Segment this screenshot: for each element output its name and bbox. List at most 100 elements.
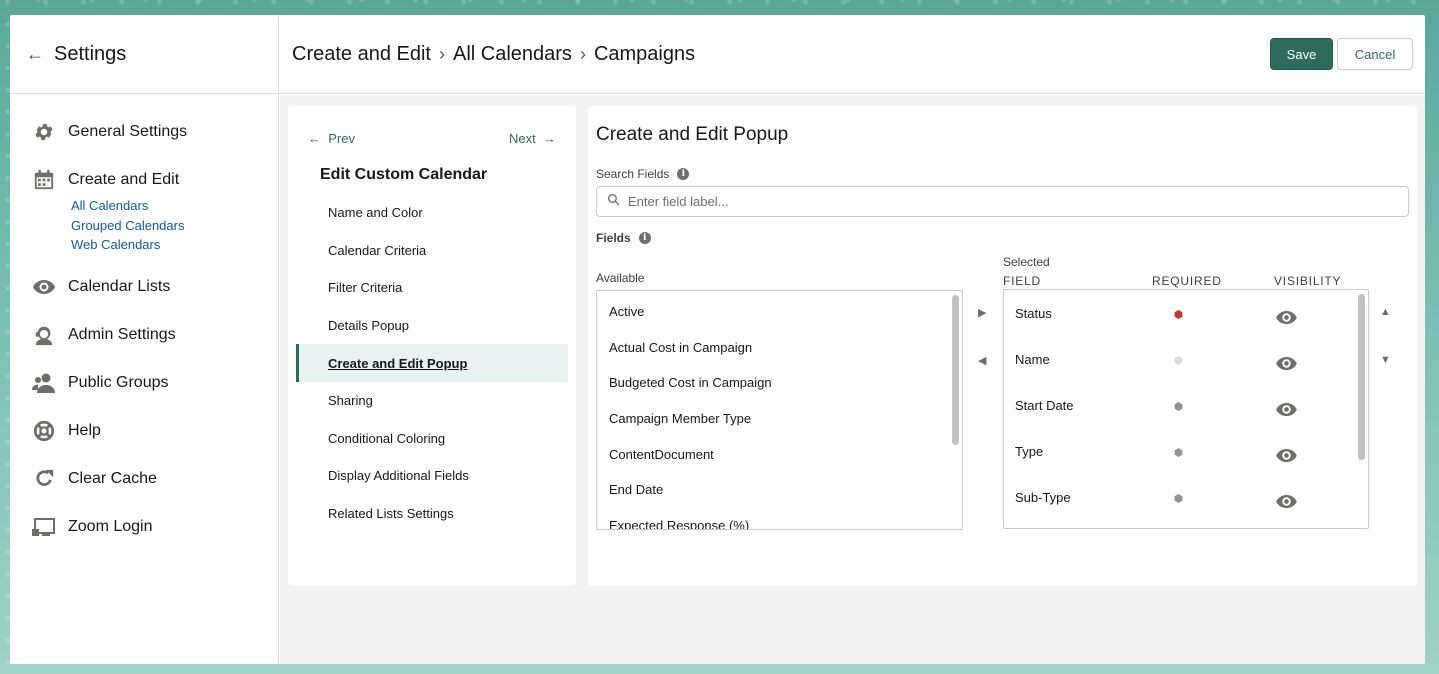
sidebar-header: ← Settings [10,15,278,94]
sidebar-item-clear-cache[interactable]: Clear Cache [10,455,278,503]
info-icon[interactable]: i [638,232,651,244]
chevron-right-icon: › [579,43,586,64]
step-display-additional-fields[interactable]: Display Additional Fields [296,457,568,495]
sub-link-all-calendars[interactable]: All Calendars [71,196,278,216]
table-row[interactable]: Status [1004,290,1368,336]
move-up-icon[interactable]: ▲ [1380,306,1391,318]
search-fields-text: Search Fields [596,167,670,181]
calendar-icon [32,168,56,192]
move-right-icon[interactable]: ▶ [978,306,986,319]
step-conditional-coloring[interactable]: Conditional Coloring [296,420,568,458]
required-indicator-icon[interactable] [1174,310,1183,319]
field-name: Start Date [1015,398,1074,413]
sidebar-item-general-settings[interactable]: General Settings [10,108,278,156]
eye-icon[interactable] [1275,356,1298,374]
move-left-icon[interactable]: ◀ [978,354,986,367]
steps-title: Edit Custom Calendar [320,166,488,183]
arrow-right-icon: → [543,131,556,146]
search-icon [607,193,620,211]
col-header-visibility: VISIBILITY [1274,274,1342,288]
sidebar-item-label: Calendar Lists [68,277,171,295]
panel-title: Create and Edit Popup [596,124,789,145]
breadcrumb-campaigns: Campaigns [593,42,696,65]
list-item[interactable]: End Date [597,472,962,508]
sidebar-item-public-groups[interactable]: Public Groups [10,359,278,407]
breadcrumb: Create and Edit › All Calendars › Campai… [292,43,695,66]
available-list[interactable]: Active Actual Cost in Campaign Budgeted … [596,290,963,530]
table-row[interactable]: Sub-Type [1004,474,1368,520]
sidebar-item-label: Zoom Login [68,517,153,535]
available-label: Available [596,271,645,285]
sidebar-item-label: Create and Edit [68,171,180,188]
step-filter-criteria[interactable]: Filter Criteria [296,269,568,307]
required-indicator-icon[interactable] [1174,448,1183,457]
selected-scrollbar[interactable] [1358,294,1365,460]
fields-text: Fields [596,231,631,245]
move-down-icon[interactable]: ▼ [1380,354,1391,366]
lifebuoy-icon [32,419,56,443]
col-header-field: FIELD [1003,274,1042,288]
next-button[interactable]: Next → [509,131,556,146]
sub-link-web-calendars[interactable]: Web Calendars [71,235,278,255]
field-name: Sub-Type [1015,490,1071,505]
prev-button[interactable]: ← Prev [308,131,355,146]
eye-icon [32,275,56,299]
required-indicator-icon[interactable] [1174,356,1183,365]
eye-icon[interactable] [1275,448,1298,466]
sidebar-item-label: General Settings [68,123,188,140]
eye-icon[interactable] [1275,310,1298,328]
sidebar-item-label: Clear Cache [68,469,157,487]
table-row[interactable]: Type [1004,428,1368,474]
table-row[interactable]: Name [1004,336,1368,382]
arrow-left-icon: ← [308,131,321,146]
cancel-button[interactable]: Cancel [1337,38,1413,70]
chevron-right-icon: › [438,43,445,64]
sidebar-item-zoom-login[interactable]: Zoom Login [10,503,278,551]
step-name-and-color[interactable]: Name and Color [296,194,568,232]
step-list: Name and Color Calendar Criteria Filter … [296,194,568,532]
prev-label: Prev [328,131,355,146]
gear-icon [32,120,56,144]
sidebar-item-label: Admin Settings [68,325,176,343]
sidebar-title: Settings [54,42,127,65]
sidebar: ← Settings General Settings Create and E… [10,15,279,664]
step-details-popup[interactable]: Details Popup [296,307,568,345]
back-arrow-icon[interactable]: ← [26,44,54,65]
eye-icon[interactable] [1275,494,1298,512]
step-sharing[interactable]: Sharing [296,382,568,420]
list-item[interactable]: Expected Response (%) [597,508,962,529]
eye-icon[interactable] [1275,402,1298,420]
search-fields-label: Search Fields i [596,167,690,181]
sidebar-item-label: Public Groups [68,373,169,391]
breadcrumb-all-calendars[interactable]: All Calendars [453,43,572,66]
sub-link-grouped-calendars[interactable]: Grouped Calendars [71,216,278,236]
search-input[interactable] [628,194,1388,209]
info-icon[interactable]: i [677,168,690,180]
available-scrollbar[interactable] [952,295,959,445]
selected-label: Selected [1003,255,1050,269]
group-icon [32,371,56,395]
list-item[interactable]: Active [597,294,962,330]
main-panel: Create and Edit Popup Search Fields i Fi… [588,106,1417,586]
table-row[interactable]: Start Date [1004,382,1368,428]
list-item[interactable]: Budgeted Cost in Campaign [597,365,962,401]
required-indicator-icon[interactable] [1174,494,1183,503]
sidebar-item-help[interactable]: Help [10,407,278,455]
step-create-and-edit-popup[interactable]: Create and Edit Popup [296,344,568,382]
fields-label: Fields i [596,231,651,245]
prev-next-row: ← Prev Next → [308,131,556,146]
selected-list[interactable]: Status Name Start Date Type Sub-Type [1003,289,1369,529]
col-header-required: REQUIRED [1152,274,1222,288]
required-indicator-icon[interactable] [1174,402,1183,411]
field-name: Name [1015,352,1050,367]
sidebar-item-calendar-lists[interactable]: Calendar Lists [10,263,278,311]
list-item[interactable]: Actual Cost in Campaign [597,330,962,366]
list-item[interactable]: ContentDocument [597,436,962,472]
sidebar-item-label: Help [68,421,101,439]
step-calendar-criteria[interactable]: Calendar Criteria [296,232,568,270]
save-button[interactable]: Save [1270,38,1333,70]
sidebar-item-admin-settings[interactable]: Admin Settings [10,311,278,359]
list-item[interactable]: Campaign Member Type [597,401,962,437]
breadcrumb-create-and-edit[interactable]: Create and Edit [292,43,431,66]
step-related-lists-settings[interactable]: Related Lists Settings [296,495,568,533]
